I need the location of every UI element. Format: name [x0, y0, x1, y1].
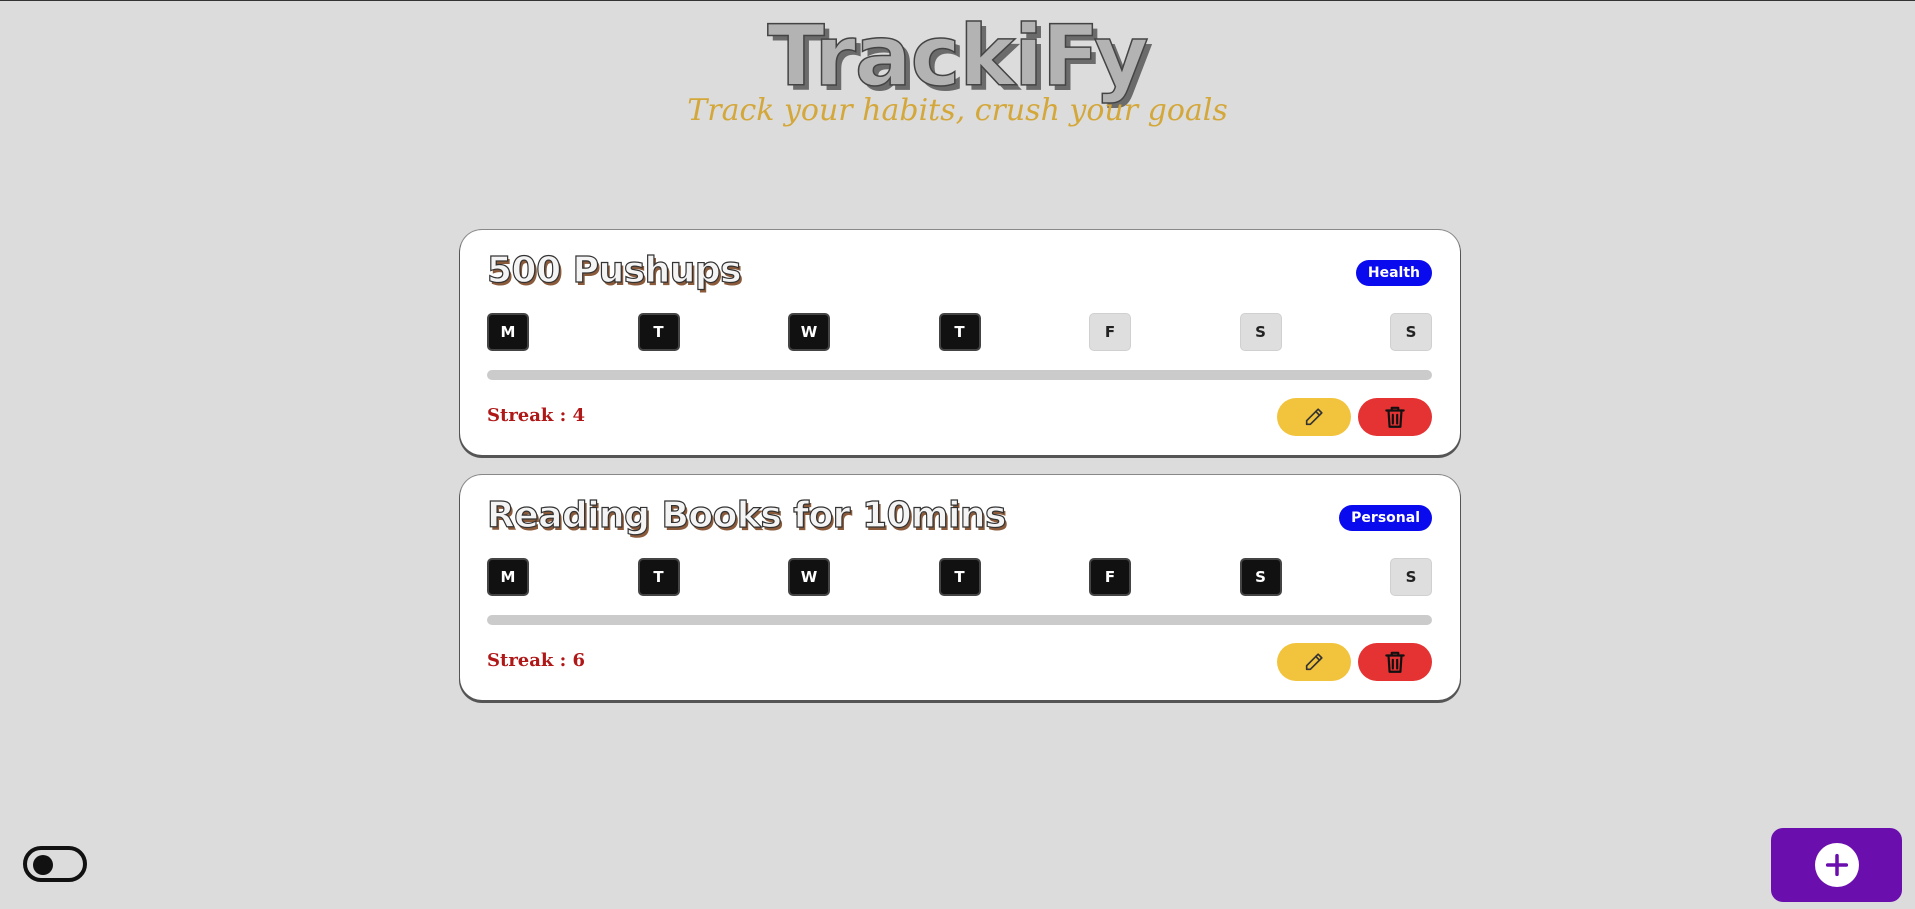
theme-toggle[interactable] — [23, 846, 87, 882]
habit-card: Reading Books for 10mins Personal M T W … — [460, 475, 1460, 700]
day-toggle-saturday[interactable]: S — [1239, 558, 1282, 596]
day-toggle-sunday[interactable]: S — [1390, 313, 1432, 351]
streak-counter: Streak : 4 — [487, 405, 586, 426]
day-toggle-saturday[interactable]: S — [1239, 313, 1282, 351]
delete-habit-button[interactable] — [1358, 398, 1432, 436]
day-toggle-tuesday[interactable]: T — [637, 558, 680, 596]
habit-actions — [1277, 398, 1432, 436]
trash-icon — [1385, 651, 1405, 673]
weekday-tracker: M T W T F S S — [487, 558, 1432, 596]
app-title: TrackiFy — [767, 7, 1150, 105]
day-toggle-sunday[interactable]: S — [1390, 558, 1432, 596]
day-toggle-tuesday[interactable]: T — [637, 313, 680, 351]
toggle-knob — [33, 855, 53, 875]
delete-habit-button[interactable] — [1358, 643, 1432, 681]
day-toggle-wednesday[interactable]: W — [788, 313, 830, 351]
habit-list: 500 Pushups Health M T W T F S S Streak … — [460, 230, 1460, 720]
add-habit-button[interactable] — [1771, 828, 1902, 902]
streak-counter: Streak : 6 — [487, 650, 586, 671]
day-toggle-monday[interactable]: M — [487, 313, 529, 351]
progress-bar — [487, 615, 1432, 625]
habit-actions — [1277, 643, 1432, 681]
category-badge: Personal — [1339, 505, 1432, 531]
edit-habit-button[interactable] — [1277, 398, 1351, 436]
weekday-tracker: M T W T F S S — [487, 313, 1432, 351]
app-header: TrackiFy Track your habits, crush your g… — [0, 7, 1915, 128]
day-toggle-thursday[interactable]: T — [938, 558, 981, 596]
habit-title: 500 Pushups — [486, 249, 742, 291]
plus-icon — [1825, 853, 1848, 877]
day-toggle-friday[interactable]: F — [1089, 558, 1131, 596]
app-tagline: Track your habits, crush your goals — [687, 93, 1228, 128]
day-toggle-monday[interactable]: M — [487, 558, 529, 596]
pencil-icon — [1305, 408, 1323, 426]
day-toggle-friday[interactable]: F — [1089, 313, 1131, 351]
trash-icon — [1385, 406, 1405, 428]
fab-circle — [1814, 843, 1859, 887]
day-toggle-thursday[interactable]: T — [938, 313, 981, 351]
edit-habit-button[interactable] — [1277, 643, 1351, 681]
habit-card: 500 Pushups Health M T W T F S S Streak … — [460, 230, 1460, 455]
progress-bar — [487, 370, 1432, 380]
pencil-icon — [1305, 653, 1323, 671]
category-badge: Health — [1355, 260, 1432, 286]
day-toggle-wednesday[interactable]: W — [788, 558, 830, 596]
habit-title: Reading Books for 10mins — [486, 494, 1007, 536]
